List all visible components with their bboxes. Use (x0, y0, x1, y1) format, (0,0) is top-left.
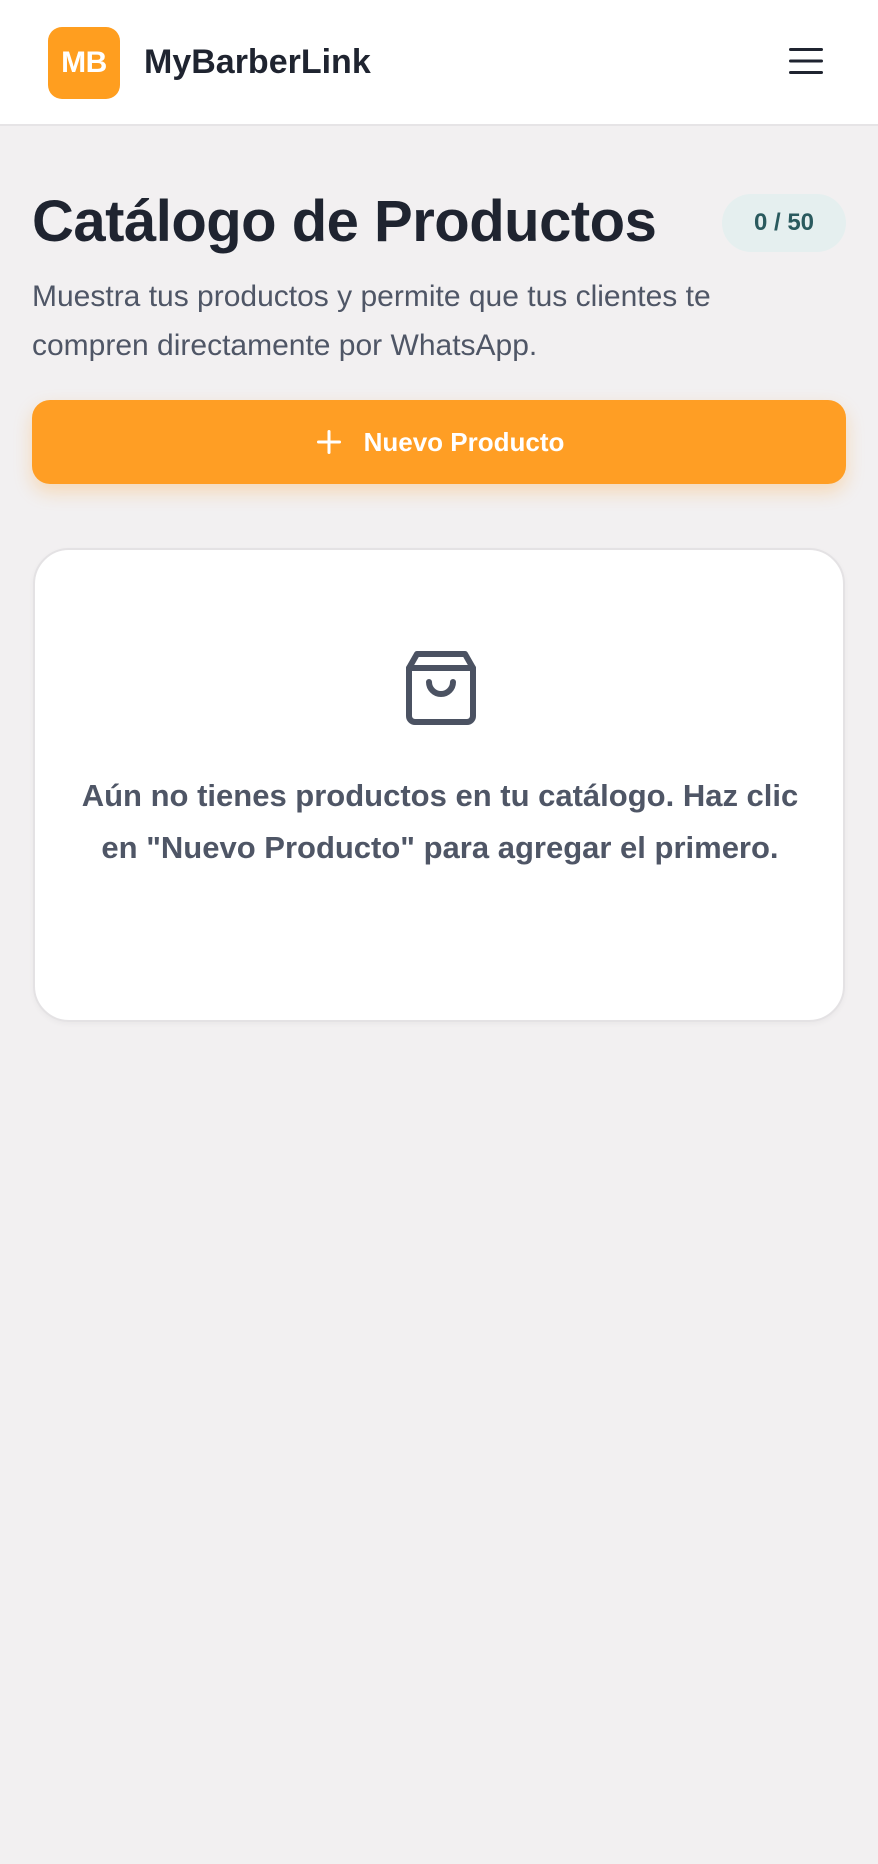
app-header: MB MyBarberLink (0, 0, 878, 126)
plus-icon (314, 427, 344, 457)
empty-state-card: Aún no tienes productos en tu catálogo. … (33, 548, 845, 1022)
new-product-button[interactable]: Nuevo Producto (32, 400, 846, 484)
page-title: Catálogo de Productos (32, 189, 657, 254)
product-count-badge: 0 / 50 (722, 194, 846, 252)
page-subtitle: Muestra tus productos y permite que tus … (32, 280, 711, 362)
menu-button[interactable] (774, 34, 838, 88)
hamburger-menu-icon (789, 48, 823, 74)
brand-name[interactable]: MyBarberLink (144, 40, 371, 84)
shopping-bag-icon (406, 651, 476, 725)
logo-badge[interactable]: MB (48, 27, 120, 99)
new-product-label: Nuevo Producto (363, 426, 565, 457)
empty-state-message: Aún no tienes productos en tu catálogo. … (81, 778, 799, 865)
